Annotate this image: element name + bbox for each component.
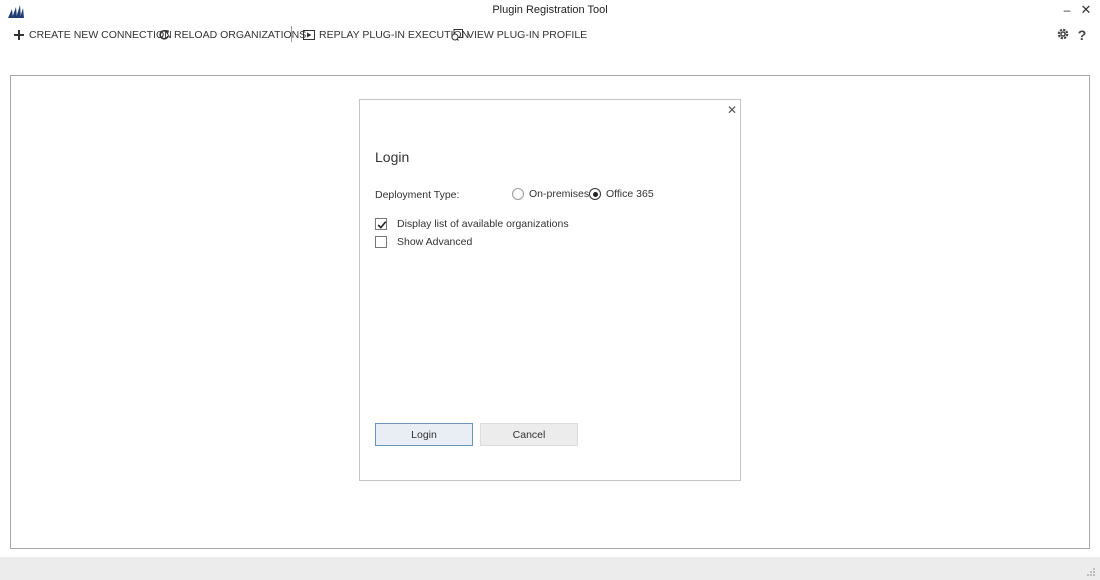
status-bar: [0, 557, 1100, 580]
deployment-type-label: Deployment Type:: [375, 189, 460, 201]
reload-organizations-button[interactable]: RELOAD ORGANIZATIONS: [158, 26, 306, 44]
play-icon: [303, 29, 315, 41]
toolbar-separator: [291, 26, 292, 42]
checkbox-show-advanced-label: Show Advanced: [397, 236, 473, 248]
radio-on-premises-label: On-premises: [529, 188, 590, 200]
checkbox-display-organizations-label: Display list of available organizations: [397, 218, 569, 230]
view-plugin-profile-button[interactable]: VIEW PLUG-IN PROFILE: [451, 26, 587, 44]
create-new-connection-button[interactable]: CREATE NEW CONNECTION: [13, 26, 172, 44]
dialog-close-button[interactable]: ✕: [725, 103, 739, 117]
window-title: Plugin Registration Tool: [492, 4, 608, 16]
refresh-icon: [158, 29, 170, 41]
gear-icon[interactable]: [1055, 27, 1071, 43]
profile-icon: [451, 29, 463, 41]
checkbox-checked[interactable]: [375, 218, 387, 230]
login-button[interactable]: Login: [375, 423, 473, 446]
plus-icon: [13, 29, 25, 41]
close-window-button[interactable]: ✕: [1077, 2, 1095, 18]
radio-on-premises[interactable]: On-premises: [512, 188, 589, 200]
minimize-button[interactable]: –: [1058, 2, 1076, 18]
cancel-button[interactable]: Cancel: [480, 423, 578, 446]
help-icon[interactable]: ?: [1074, 27, 1090, 43]
view-plugin-profile-label: VIEW PLUG-IN PROFILE: [467, 29, 588, 41]
checkbox-unchecked[interactable]: [375, 236, 387, 248]
replay-plugin-execution-button[interactable]: REPLAY PLUG-IN EXECUTION: [303, 26, 469, 44]
dialog-title: Login: [375, 149, 410, 165]
replay-plugin-execution-label: REPLAY PLUG-IN EXECUTION: [319, 29, 470, 41]
radio-button-checked[interactable]: [589, 188, 601, 200]
radio-office-365[interactable]: Office 365: [589, 188, 654, 200]
radio-button-unchecked[interactable]: [512, 188, 524, 200]
toolbar: CREATE NEW CONNECTION RELOAD ORGANIZATIO…: [0, 22, 1100, 48]
radio-office-365-label: Office 365: [606, 188, 654, 200]
resize-grip-icon[interactable]: [1086, 567, 1096, 577]
create-new-connection-label: CREATE NEW CONNECTION: [29, 29, 172, 41]
title-bar: Plugin Registration Tool – ✕: [0, 0, 1100, 22]
checkbox-display-organizations[interactable]: Display list of available organizations: [375, 218, 569, 230]
reload-organizations-label: RELOAD ORGANIZATIONS: [174, 29, 307, 41]
checkbox-show-advanced[interactable]: Show Advanced: [375, 236, 472, 248]
checkmark-icon: [377, 221, 387, 229]
login-dialog: ✕ Login Deployment Type: On-premises Off…: [359, 99, 741, 481]
